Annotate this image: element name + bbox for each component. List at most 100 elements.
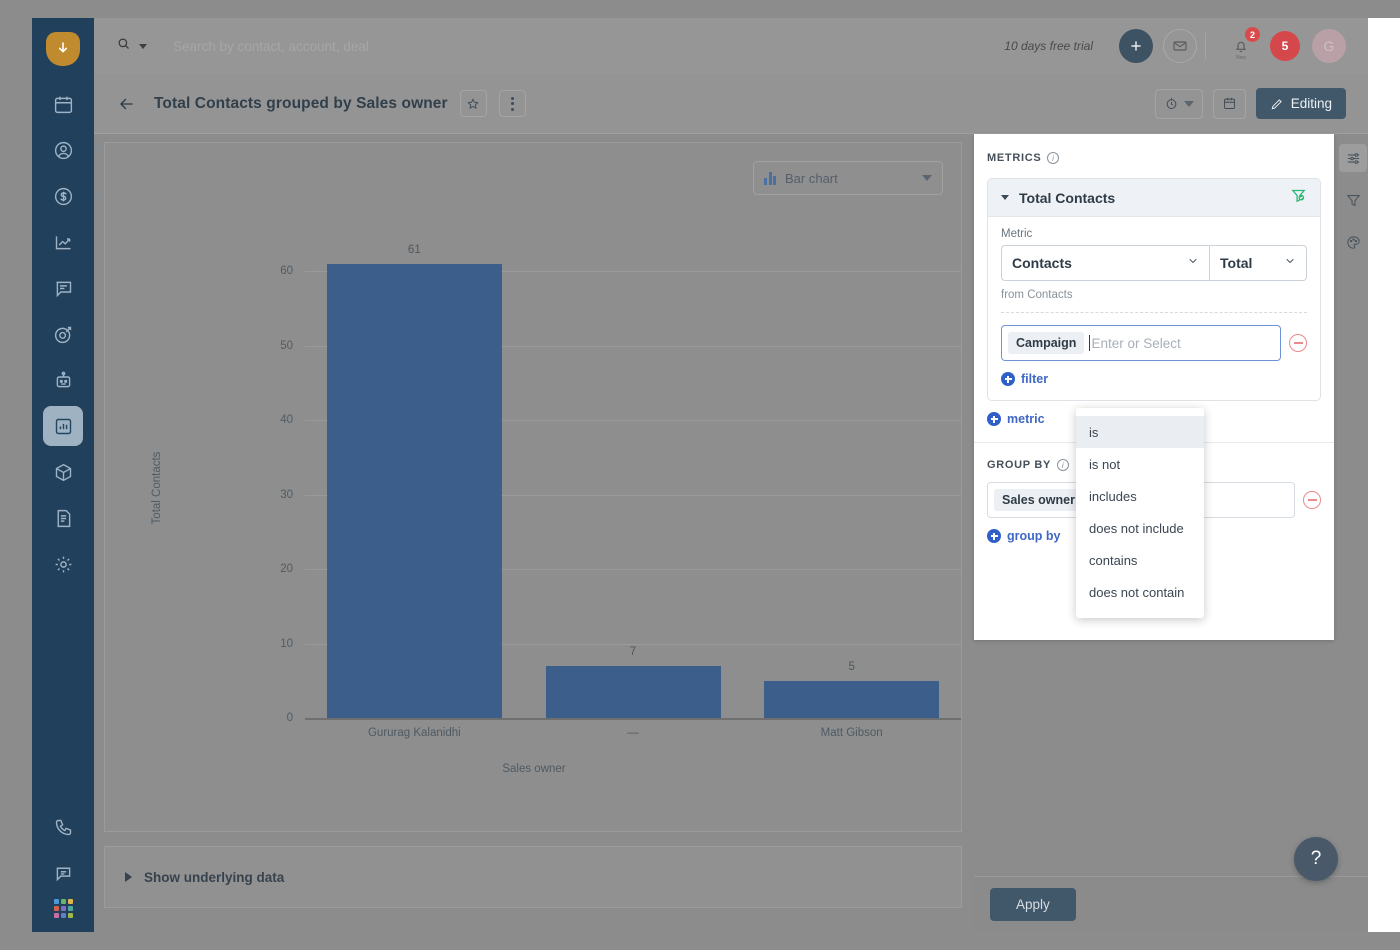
bar[interactable] [326, 264, 502, 718]
operator-option[interactable]: does not include [1076, 512, 1204, 544]
sidebar-overflow-dots [95, 191, 97, 201]
sidebar-item-calendar[interactable] [43, 84, 83, 124]
rail-item-configure[interactable] [1339, 144, 1367, 172]
history-button[interactable] [1154, 88, 1203, 119]
sidebar-item-documents[interactable] [43, 498, 83, 538]
editing-button[interactable]: Editing [1255, 88, 1346, 119]
operator-dropdown[interactable]: is is not includes does not include contains… [1076, 408, 1204, 618]
sidebar-item-settings[interactable] [43, 544, 83, 584]
notifications-caption: New [1235, 55, 1246, 61]
metric-selects: Contacts Total [1001, 245, 1307, 281]
sidebar-item-contacts[interactable] [43, 130, 97, 170]
apply-bar: Apply [974, 876, 1368, 932]
application-window: 10 days free trial 2 New 5 G Total Conta… [0, 0, 1400, 950]
search-scope-chevron-down-icon[interactable] [139, 43, 147, 49]
group-by-section-label: GROUP BY [987, 459, 1052, 471]
chart-plot-area: Total Contacts Sales owner 0 10 20 30 40 50 60… [105, 143, 963, 833]
apply-button[interactable]: Apply [990, 888, 1076, 921]
help-button[interactable]: ? [1294, 837, 1338, 881]
top-bar: 10 days free trial 2 New 5 G [94, 18, 1368, 74]
operator-option[interactable]: is [1076, 416, 1204, 448]
x-axis-line [305, 718, 961, 720]
metric-card-body: Metric Contacts Total from Contacts Camp… [988, 217, 1320, 400]
metrics-section-label: METRICS [987, 152, 1042, 164]
filter-value-placeholder: Enter or Select [1091, 335, 1181, 351]
funnel-check-icon[interactable] [1290, 187, 1307, 209]
sidebar-item-products[interactable] [43, 452, 83, 492]
add-group-by-label: group by [1007, 529, 1061, 543]
notifications-badge: 2 [1245, 27, 1260, 42]
avatar[interactable]: G [1312, 29, 1346, 63]
notifications-bell-icon[interactable]: 2 New [1224, 27, 1260, 63]
metric-entity-select[interactable]: Contacts [1001, 245, 1209, 281]
rail-item-filters[interactable] [1339, 186, 1367, 214]
x-axis-label: Sales owner [502, 763, 566, 775]
sidebar-item-deals[interactable] [43, 176, 97, 216]
show-underlying-data-toggle[interactable]: Show underlying data [104, 846, 962, 908]
more-options-button[interactable] [498, 90, 526, 117]
operator-option[interactable]: is not [1076, 448, 1204, 480]
add-metric-label: metric [1007, 412, 1045, 426]
app-logo[interactable] [46, 32, 80, 66]
page-title: Total Contacts grouped by Sales owner [154, 94, 448, 112]
plus-icon [1001, 372, 1015, 386]
trial-status-text: 10 days free trial [1004, 39, 1093, 53]
metric-card-header[interactable]: Total Contacts [988, 179, 1320, 217]
sidebar-item-phone[interactable] [43, 807, 83, 847]
sidebar-overflow-dots [95, 283, 97, 293]
remove-filter-button[interactable] [1289, 334, 1307, 352]
rail-item-theme[interactable] [1339, 228, 1367, 256]
global-search[interactable] [116, 36, 1004, 56]
bar-value-label: 7 [629, 645, 637, 658]
bar[interactable] [545, 665, 721, 718]
add-button[interactable] [1119, 29, 1153, 63]
sidebar-item-reports[interactable] [43, 406, 83, 446]
metric-entity-value: Contacts [1012, 255, 1072, 271]
metric-card: Total Contacts Metric Contacts Total fro… [987, 178, 1321, 401]
y-axis-tick: 40 [280, 414, 293, 427]
y-axis-label: Total Contacts [151, 451, 163, 525]
y-axis-tick: 10 [280, 637, 293, 650]
y-axis-tick: 50 [280, 339, 293, 352]
search-icon [116, 36, 131, 56]
y-axis-tick: 20 [280, 563, 293, 576]
filter-field-input[interactable]: Campaign Enter or Select [1001, 325, 1281, 361]
bar[interactable] [764, 680, 940, 718]
show-underlying-data-label: Show underlying data [144, 869, 285, 885]
left-sidebar [32, 18, 97, 932]
sidebar-item-support[interactable] [43, 853, 83, 893]
operator-option[interactable]: does not contain [1076, 576, 1204, 608]
y-axis-ticks: 0 10 20 30 40 50 60 [235, 143, 293, 833]
back-arrow-icon[interactable] [116, 93, 138, 115]
info-icon[interactable]: i [1047, 152, 1060, 164]
sidebar-item-campaigns[interactable] [43, 314, 83, 354]
favorite-star-icon[interactable] [459, 90, 487, 117]
schedule-button[interactable] [1212, 88, 1246, 119]
remove-group-by-button[interactable] [1303, 491, 1321, 509]
operator-option[interactable]: includes [1076, 480, 1204, 512]
app-grid-icon[interactable] [53, 899, 73, 918]
group-by-field-chip[interactable]: Sales owner [994, 489, 1083, 511]
metric-divider [1001, 312, 1307, 313]
sidebar-item-analytics[interactable] [43, 222, 83, 262]
sidebar-item-bots[interactable] [43, 360, 83, 400]
metric-aggregation-select[interactable]: Total [1209, 245, 1307, 281]
sidebar-overflow-dots [95, 145, 97, 155]
plus-icon [987, 529, 1001, 543]
y-axis-tick: 0 [286, 712, 293, 724]
metric-card-title: Total Contacts [1019, 189, 1116, 206]
metric-source-text: from Contacts [1001, 289, 1073, 301]
operator-option[interactable]: contains [1076, 544, 1204, 576]
add-filter-button[interactable]: filter [1001, 372, 1307, 386]
text-cursor [1089, 335, 1091, 351]
chevron-down-icon[interactable] [1001, 195, 1009, 200]
y-axis-tick: 30 [280, 488, 293, 501]
info-icon[interactable]: i [1057, 459, 1070, 471]
kebab-menu-icon [510, 96, 514, 111]
tasks-count-badge[interactable]: 5 [1270, 31, 1300, 61]
mail-icon[interactable] [1163, 29, 1197, 63]
search-input[interactable] [173, 38, 593, 54]
filter-field-chip[interactable]: Campaign [1008, 332, 1085, 354]
sidebar-item-chat[interactable] [43, 268, 97, 308]
bar-value-label: 5 [848, 660, 855, 673]
